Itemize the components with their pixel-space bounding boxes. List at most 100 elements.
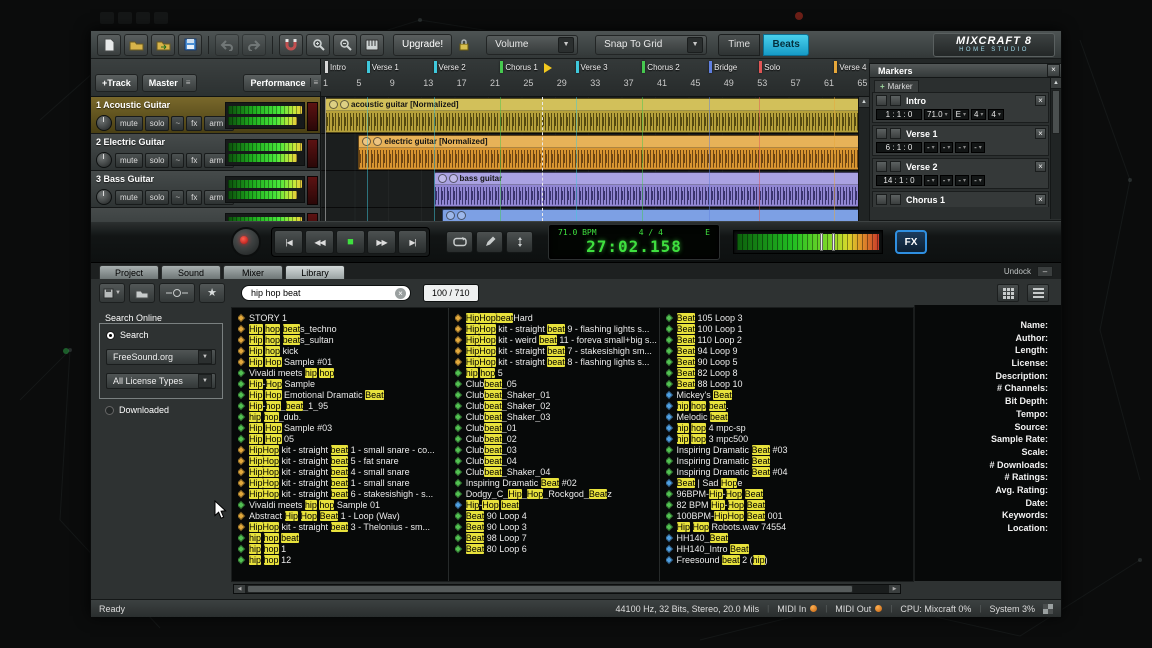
open-folder-button[interactable]: [129, 283, 155, 303]
library-item[interactable]: hip hop 5: [455, 367, 657, 378]
undock-label[interactable]: Undock: [1004, 267, 1031, 276]
library-item[interactable]: 100BPM-HipHop Beat 001: [666, 510, 912, 521]
library-item[interactable]: HipHop kit - weird beat 11 - foreva smal…: [455, 334, 657, 345]
fx-button[interactable]: fx: [186, 116, 202, 131]
library-item[interactable]: Hip-Hop Sample: [238, 378, 446, 389]
marker-flag-icon[interactable]: [890, 194, 901, 205]
library-item[interactable]: hip hop 1: [238, 543, 446, 554]
library-item[interactable]: HipHop kit - straight beat 1 - small sna…: [238, 477, 446, 488]
library-item[interactable]: Clubbeat_01: [455, 422, 657, 433]
downloaded-radio-row[interactable]: Downloaded: [105, 405, 169, 415]
marker-field[interactable]: -▾: [940, 175, 954, 186]
track-header[interactable]: 1 Acoustic Guitar mute solo ~ fx arm ▾: [91, 97, 321, 134]
library-item[interactable]: Melodic beat: [666, 411, 912, 422]
library-item[interactable]: hip hop beat: [238, 532, 446, 543]
automation-button[interactable]: ~: [171, 190, 184, 205]
library-item[interactable]: Beat 80 Loop 6: [455, 543, 657, 554]
timeline-marker-chorus-1[interactable]: Chorus 1: [500, 61, 537, 73]
library-item[interactable]: Clubbeat_Shaker_04: [455, 466, 657, 477]
tab-mixer[interactable]: Mixer: [223, 265, 283, 279]
library-item[interactable]: HipHop kit - straight beat 9 - flashing …: [455, 323, 657, 334]
library-item[interactable]: Beat 100 Loop 1: [666, 323, 912, 334]
timeline-marker-verse-3[interactable]: Verse 3: [576, 61, 608, 73]
library-item[interactable]: Hip Hop Emotional Dramatic Beat: [238, 389, 446, 400]
library-item[interactable]: HH140_Beat: [666, 532, 912, 543]
library-item[interactable]: Beat 90 Loop 4: [455, 510, 657, 521]
library-item[interactable]: Inspiring Dramatic Beat #02: [455, 477, 657, 488]
library-item[interactable]: Beat 110 Loop 2: [666, 334, 912, 345]
fast-forward-button[interactable]: ▶▶: [367, 230, 396, 254]
library-item[interactable]: Beat 82 Loop 8: [666, 367, 912, 378]
scrollbar-thumb[interactable]: [1052, 90, 1060, 134]
marker-field[interactable]: -▾: [924, 175, 938, 186]
marker-delete-button[interactable]: ×: [1035, 161, 1046, 172]
timeline-marker-bridge[interactable]: Bridge: [709, 61, 737, 73]
fx-button[interactable]: fx: [186, 153, 202, 168]
library-item[interactable]: hip hop 12: [238, 554, 446, 565]
library-item[interactable]: Beat 90 Loop 5: [666, 356, 912, 367]
library-item[interactable]: HipHop kit - straight beat 6 - stakesish…: [238, 488, 446, 499]
clip-loop-icon[interactable]: [438, 174, 447, 183]
scrollbar-thumb[interactable]: [247, 585, 853, 593]
library-item[interactable]: Beat | Sad Hope: [666, 477, 912, 488]
library-item[interactable]: hip hop beat.: [666, 400, 912, 411]
mute-button[interactable]: mute: [115, 116, 143, 131]
save-button[interactable]: [178, 34, 202, 56]
timeline-vscrollbar[interactable]: ▲: [858, 97, 869, 221]
library-item[interactable]: Hip hop beats_sultan: [238, 334, 446, 345]
marker-time[interactable]: 1 : 1 : 0: [876, 109, 922, 120]
volume-handle[interactable]: [820, 233, 823, 251]
source-dropdown[interactable]: FreeSound.org ▼: [106, 349, 216, 365]
marker-flag-icon[interactable]: [890, 161, 901, 172]
timeline-marker-intro[interactable]: Intro: [325, 61, 346, 73]
marker-time[interactable]: 6 : 1 : 0: [876, 142, 922, 153]
menu-icon[interactable]: ≡: [310, 78, 319, 87]
record-button[interactable]: [231, 227, 261, 257]
pan-knob[interactable]: [96, 115, 112, 131]
midi-in-indicator[interactable]: MIDI In: [777, 604, 817, 614]
midi-devices-button[interactable]: [360, 34, 384, 56]
library-item[interactable]: Hip Hop 05: [238, 433, 446, 444]
go-to-start-button[interactable]: |◀: [274, 230, 303, 254]
automation-type-dropdown[interactable]: Volume ▼: [486, 35, 578, 55]
track-header[interactable]: 2 Electric Guitar mute solo ~ fx arm ▾: [91, 134, 321, 171]
master-volume-meter[interactable]: [733, 230, 883, 254]
snap-magnet-button[interactable]: [279, 34, 303, 56]
marker-field[interactable]: E▾: [953, 109, 969, 120]
library-item[interactable]: Hip Hop Robots.wav 74554: [666, 521, 912, 532]
list-view-button[interactable]: [1027, 284, 1049, 302]
bpm-readout[interactable]: 71.0 BPM: [558, 228, 597, 237]
beats-mode-button[interactable]: Beats: [763, 34, 809, 56]
library-item[interactable]: Inspiring Dramatic Beat #04: [666, 466, 912, 477]
timeline-marker-verse-1[interactable]: Verse 1: [367, 61, 399, 73]
marker-delete-button[interactable]: ×: [1035, 95, 1046, 106]
audio-clip[interactable]: [442, 209, 867, 221]
library-item[interactable]: HipHopbeatHard: [455, 312, 657, 323]
library-item[interactable]: Hip Hop Sample #03: [238, 422, 446, 433]
mute-button[interactable]: mute: [115, 153, 143, 168]
library-item[interactable]: Inspiring Dramatic Beat #03: [666, 444, 912, 455]
master-track-button[interactable]: Master≡: [142, 74, 198, 92]
tab-project[interactable]: Project: [99, 265, 159, 279]
clip-loop-icon[interactable]: [329, 100, 338, 109]
zoom-in-button[interactable]: [306, 34, 330, 56]
clip-link-icon[interactable]: [449, 174, 458, 183]
timeline-marker-verse-2[interactable]: Verse 2: [434, 61, 466, 73]
fx-button[interactable]: fx: [186, 190, 202, 205]
library-item[interactable]: Beat 94 Loop 9: [666, 345, 912, 356]
library-item[interactable]: 82 BPM Hip-Hop Beat: [666, 499, 912, 510]
timeline-lanes[interactable]: ▲ acoustic guitar [Normalized] electric …: [321, 97, 869, 221]
marker-field[interactable]: 4▾: [971, 109, 986, 120]
time-mode-button[interactable]: Time: [718, 34, 760, 56]
library-item[interactable]: Clubbeat_Shaker_02: [455, 400, 657, 411]
loop-toggle-button[interactable]: [446, 231, 473, 253]
library-item[interactable]: STORY 1: [238, 312, 446, 323]
library-item[interactable]: Hip hop beats_techno: [238, 323, 446, 334]
library-item[interactable]: Clubbeat_04: [455, 455, 657, 466]
go-to-end-button[interactable]: ▶|: [398, 230, 427, 254]
library-item[interactable]: Hip-Hop beat: [455, 499, 657, 510]
menu-icon[interactable]: ≡: [182, 78, 191, 87]
auto-preview-toggle[interactable]: [159, 283, 195, 303]
performance-grid-icon[interactable]: [1043, 604, 1053, 614]
import-sound-button[interactable]: ▼: [99, 283, 125, 303]
